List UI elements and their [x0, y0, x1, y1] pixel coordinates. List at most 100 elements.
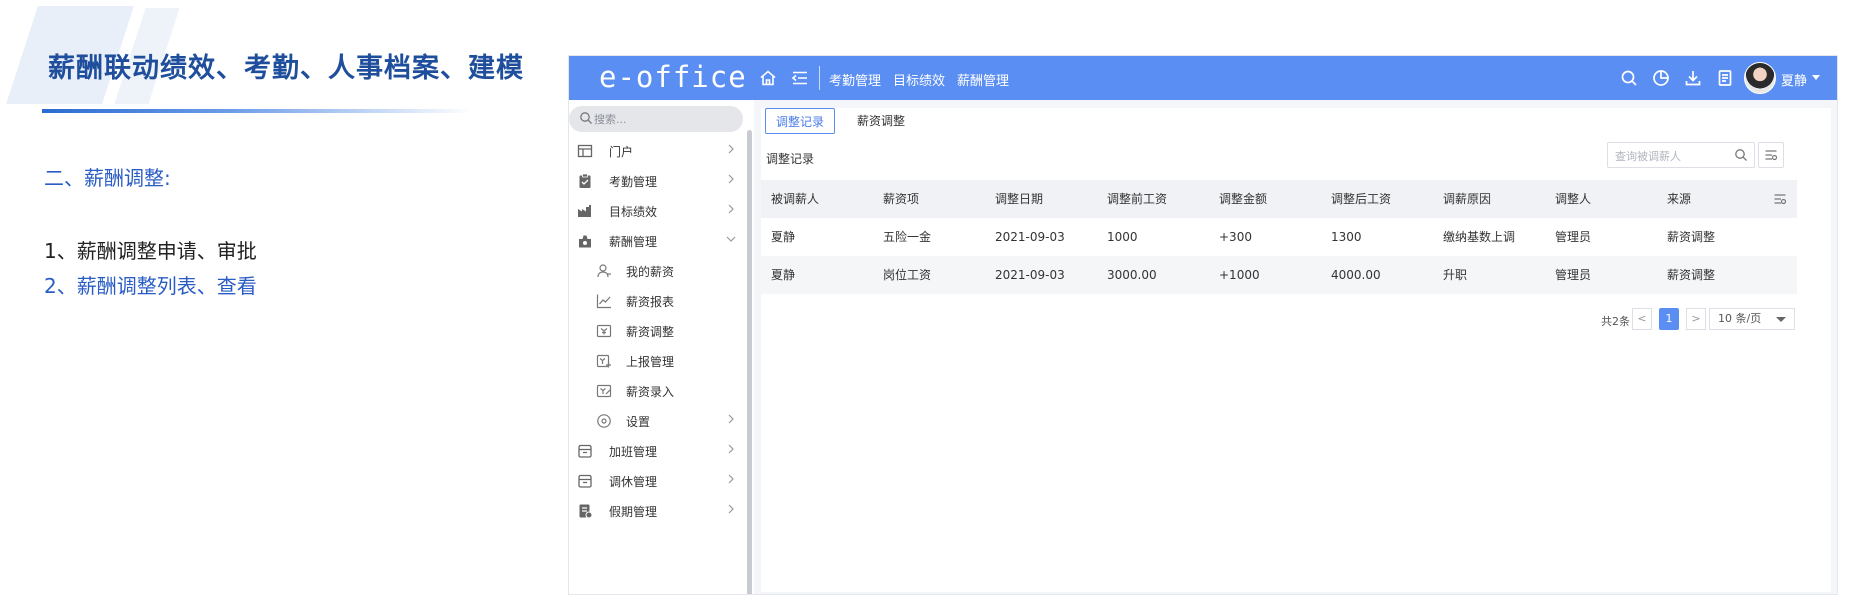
sidebar-item-time-off[interactable]: 调休管理 — [569, 466, 745, 496]
app-logo[interactable]: e-office — [599, 60, 747, 94]
line-chart-icon — [596, 294, 611, 309]
chevron-right-icon — [728, 144, 734, 154]
sidebar-item-salary[interactable]: 薪酬管理 — [569, 226, 745, 256]
table-cell: 4000.00 — [1331, 268, 1381, 282]
slide-title: 薪酬联动绩效、考勤、人事档案、建模 — [48, 53, 524, 84]
username[interactable]: 夏静 — [1781, 70, 1807, 89]
bullet-item: 1、薪酬调整申请、审批 — [44, 239, 257, 263]
column-header[interactable]: 调整后工资 — [1331, 180, 1391, 218]
sidebar-item-label: 假期管理 — [609, 505, 658, 519]
filter-button[interactable] — [1758, 142, 1784, 168]
nav-separator — [819, 66, 820, 90]
table-cell: 3000.00 — [1107, 268, 1157, 282]
column-header[interactable]: 调整日期 — [995, 180, 1043, 218]
column-header[interactable]: 调整人 — [1555, 180, 1591, 218]
pagination-prev-button[interactable]: < — [1632, 308, 1652, 330]
download-icon[interactable] — [1684, 69, 1702, 87]
table-cell: 升职 — [1443, 268, 1468, 282]
sidebar-item-label: 考勤管理 — [609, 175, 658, 189]
document-icon[interactable] — [1716, 69, 1734, 87]
column-header[interactable]: 调整前工资 — [1107, 180, 1167, 218]
chevron-right-icon — [728, 414, 734, 424]
sidebar-item-attendance[interactable]: 考勤管理 — [569, 166, 745, 196]
avatar[interactable] — [1744, 62, 1776, 94]
sidebar-item-report-management[interactable]: 上报管理 — [569, 346, 745, 376]
sidebar-item-salary-adjust[interactable]: 薪资调整 — [569, 316, 745, 346]
chevron-right-icon — [728, 444, 734, 454]
leave-icon — [579, 504, 593, 519]
pagination-total: 共2条 — [1601, 315, 1630, 328]
chevron-right-icon — [728, 504, 734, 514]
sidebar-item-leave[interactable]: 假期管理 — [569, 496, 745, 526]
column-settings-icon[interactable] — [1773, 192, 1787, 206]
sidebar-item-performance[interactable]: 目标绩效 — [569, 196, 745, 226]
search-icon — [580, 112, 592, 124]
chevron-right-icon — [728, 174, 734, 184]
table-header-row: 被调薪人 薪资项 调整日期 调整前工资 调整金额 调整后工资 调薪原因 调整人 … — [761, 180, 1797, 218]
menu-collapse-icon[interactable] — [791, 69, 809, 87]
sidebar-item-label: 上报管理 — [626, 355, 675, 369]
chevron-down-icon[interactable] — [1812, 75, 1820, 80]
filter-icon — [1765, 150, 1778, 161]
sidebar: 搜索... 门户 考勤管理 目标绩效 薪酬管理 我的薪资 薪资报表 薪资调整 上… — [569, 100, 754, 594]
home-icon[interactable] — [759, 69, 777, 87]
pie-chart-icon[interactable] — [1652, 69, 1670, 87]
table-cell: 2021-09-03 — [995, 268, 1065, 282]
sidebar-item-label: 目标绩效 — [609, 205, 658, 219]
sidebar-item-label: 薪资报表 — [626, 295, 675, 309]
sidebar-item-label: 调休管理 — [609, 475, 658, 489]
table-cell: 夏静 — [771, 268, 796, 282]
chevron-down-icon — [726, 236, 736, 242]
sidebar-item-label: 门户 — [609, 145, 634, 159]
sidebar-item-salary-entry[interactable]: 薪资录入 — [569, 376, 745, 406]
clipboard-icon — [579, 173, 591, 188]
table-cell: 薪资调整 — [1667, 268, 1716, 282]
top-bar: e-office 考勤管理 目标绩效 薪酬管理 夏静 — [569, 56, 1837, 100]
page-size-value: 10 条/页 — [1718, 312, 1762, 325]
calendar-icon — [578, 444, 592, 458]
user-icon — [597, 264, 611, 278]
pagination-next-button[interactable]: > — [1686, 308, 1706, 330]
portal-icon — [577, 144, 593, 158]
top-nav-salary[interactable]: 薪酬管理 — [957, 70, 1009, 89]
chevron-right-icon — [728, 204, 734, 214]
table-cell: 岗位工资 — [883, 268, 932, 282]
search-icon[interactable] — [1734, 148, 1748, 162]
column-header[interactable]: 薪资项 — [883, 180, 919, 218]
sidebar-item-salary-report[interactable]: 薪资报表 — [569, 286, 745, 316]
app-window: e-office 考勤管理 目标绩效 薪酬管理 夏静 搜索... 门户 考勤管理 — [568, 55, 1838, 595]
table-cell: 1000 — [1107, 230, 1138, 244]
table-cell: 夏静 — [771, 230, 796, 244]
search-icon[interactable] — [1620, 69, 1638, 87]
query-input[interactable]: 查询被调薪人 — [1607, 142, 1755, 168]
sidebar-item-my-salary[interactable]: 我的薪资 — [569, 256, 745, 286]
tab-adjustment-records[interactable]: 调整记录 — [765, 108, 836, 134]
column-header[interactable]: 被调薪人 — [771, 180, 819, 218]
sidebar-search-input[interactable]: 搜索... — [569, 106, 743, 132]
table-cell: 2021-09-03 — [995, 230, 1065, 244]
sidebar-item-label: 我的薪资 — [626, 265, 675, 279]
money-bag-icon — [579, 235, 591, 248]
table-row[interactable]: 夏静 岗位工资 2021-09-03 3000.00 +1000 4000.00… — [761, 256, 1797, 294]
sidebar-item-label: 薪酬管理 — [609, 235, 658, 249]
table-cell: 管理员 — [1555, 268, 1592, 282]
chevron-down-icon — [1776, 317, 1786, 322]
table-cell: 五险一金 — [883, 230, 932, 244]
sidebar-item-overtime[interactable]: 加班管理 — [569, 436, 745, 466]
column-header[interactable]: 调整金额 — [1219, 180, 1267, 218]
sidebar-item-portal[interactable]: 门户 — [569, 136, 745, 166]
table-row[interactable]: 夏静 五险一金 2021-09-03 1000 +300 1300 缴纳基数上调… — [761, 218, 1797, 256]
table-cell: 1300 — [1331, 230, 1362, 244]
sidebar-item-settings[interactable]: 设置 — [569, 406, 745, 436]
sidebar-scrollbar[interactable] — [747, 130, 752, 594]
pagination-current-page[interactable]: 1 — [1659, 308, 1679, 330]
section-title: 调整记录 — [766, 152, 815, 166]
table-cell: +300 — [1219, 230, 1252, 244]
column-header[interactable]: 调薪原因 — [1443, 180, 1491, 218]
top-nav-attendance[interactable]: 考勤管理 — [829, 70, 881, 89]
top-nav-performance[interactable]: 目标绩效 — [893, 70, 945, 89]
tab-salary-adjustment[interactable]: 薪资调整 — [847, 108, 915, 134]
column-header[interactable]: 来源 — [1667, 180, 1691, 218]
entry-icon — [596, 384, 612, 398]
page-size-select[interactable]: 10 条/页 — [1709, 308, 1795, 330]
